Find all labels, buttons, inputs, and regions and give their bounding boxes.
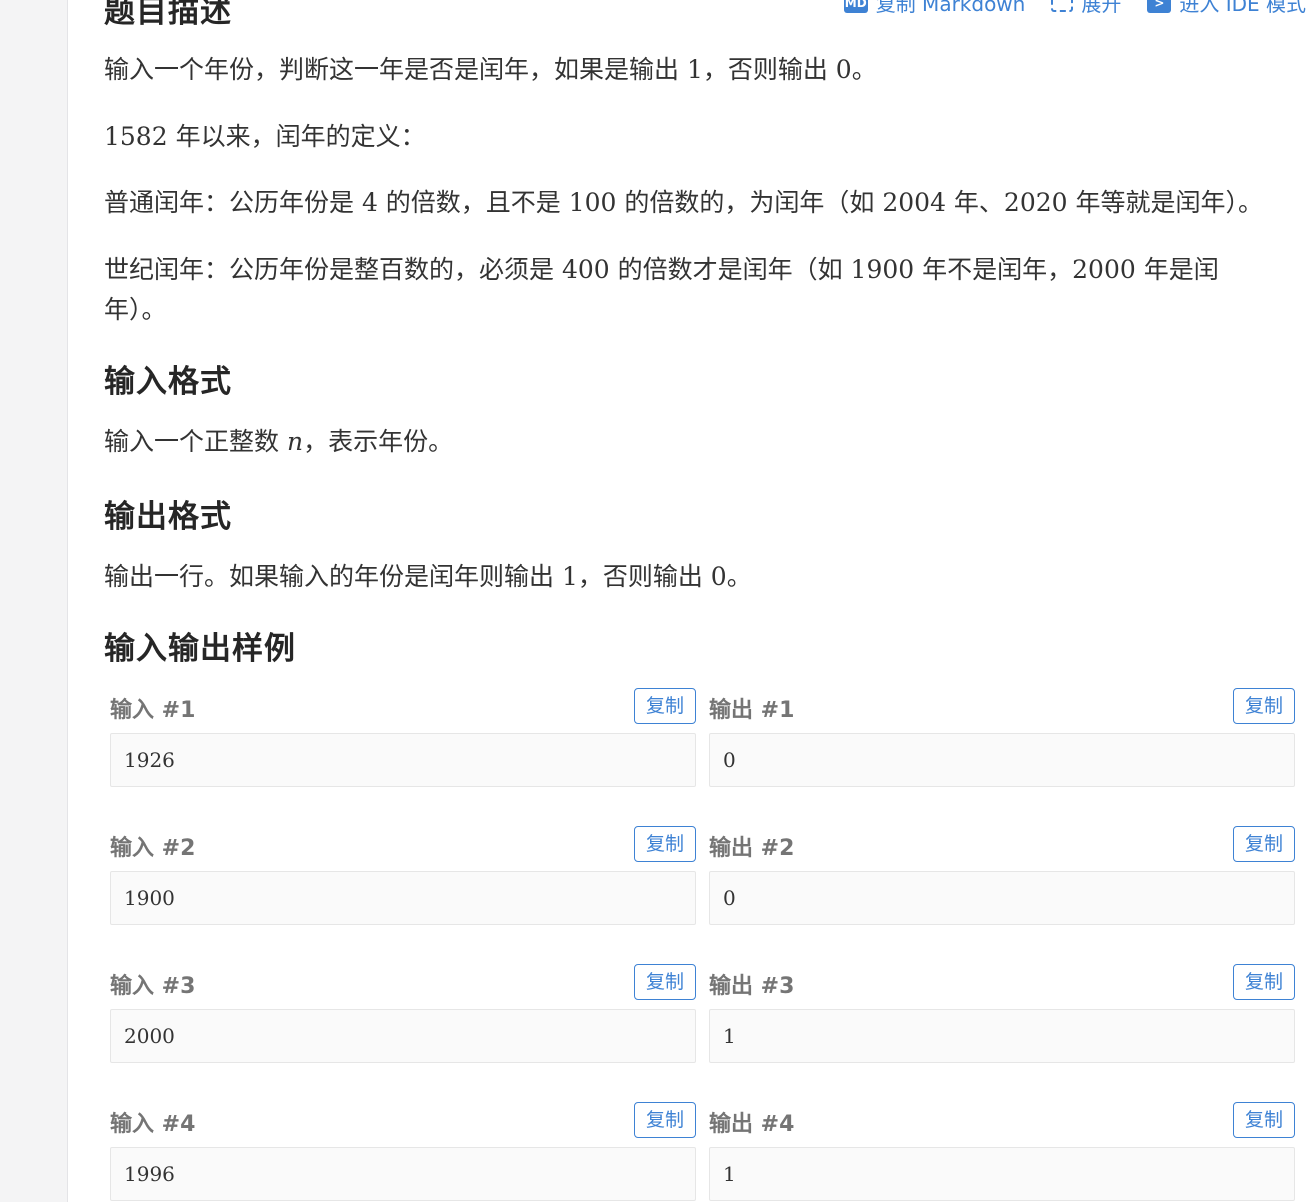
sample-output-label: 输出 #4 [709,1112,795,1137]
copy-input-button[interactable]: 复制 [634,1102,696,1138]
description-title: 题目描述 [104,0,232,30]
sample-input-label: 输入 #3 [110,974,196,999]
expand-label: 展开 [1081,0,1122,16]
description-p4: 世纪闰年：公历年份是整百数的，必须是 400 的倍数才是闰年（如 1900 年不… [104,250,1304,330]
ide-mode-button[interactable]: > 进入 IDE 模式 [1147,0,1306,17]
problem-content: MD 复制 Markdown 展开 > 进入 IDE 模式 题目描述 输入一个年… [68,0,1316,1202]
output-format-title: 输出格式 [104,499,232,535]
copy-output-button[interactable]: 复制 [1233,964,1295,1000]
sample-input-label: 输入 #1 [110,698,196,723]
sample-output-label: 输出 #3 [709,974,795,999]
copy-input-button[interactable]: 复制 [634,688,696,724]
sample-output-box: 1 [709,1009,1295,1063]
input-format-text: 输入一个正整数 n，表示年份。 [104,422,453,462]
copy-output-button[interactable]: 复制 [1233,826,1295,862]
description-p1: 输入一个年份，判断这一年是否是闰年，如果是输出 1，否则输出 0。 [104,55,877,84]
sample-input-box: 1900 [110,871,696,925]
sample-output-box: 1 [709,1147,1295,1201]
left-sidebar-strip [0,0,68,1202]
sample-input-label: 输入 #2 [110,836,196,861]
copy-markdown-button[interactable]: MD 复制 Markdown [843,0,1026,17]
copy-input-button[interactable]: 复制 [634,964,696,1000]
copy-output-button[interactable]: 复制 [1233,688,1295,724]
copy-output-button[interactable]: 复制 [1233,1102,1295,1138]
input-format-text-before: 输入一个正整数 [104,427,287,456]
sample-output-label: 输出 #1 [709,698,795,723]
terminal-icon: > [1147,0,1172,13]
sample-input-box: 1996 [110,1147,696,1201]
ide-mode-label: 进入 IDE 模式 [1179,0,1306,16]
input-format-title: 输入格式 [104,364,232,400]
expand-button[interactable]: 展开 [1051,0,1121,17]
sample-input-label: 输入 #4 [110,1112,196,1137]
sample-output-box: 0 [709,871,1295,925]
sample-input-box: 2000 [110,1009,696,1063]
description-p4-line1: 世纪闰年：公历年份是整百数的，必须是 400 的倍数才是闰年（如 1900 年不… [104,255,1219,284]
output-format-text: 输出一行。如果输入的年份是闰年则输出 1，否则输出 0。 [104,562,752,591]
sample-input-box: 1926 [110,733,696,787]
copy-markdown-label: 复制 Markdown [875,0,1026,16]
sample-output-box: 0 [709,733,1295,787]
description-p4-line2: 年）。 [104,295,167,324]
description-p3: 普通闰年：公历年份是 4 的倍数，且不是 100 的倍数的，为闰年（如 2004… [104,188,1263,217]
problem-toolbar: MD 复制 Markdown 展开 > 进入 IDE 模式 [843,0,1306,17]
expand-icon [1051,0,1074,12]
samples-title: 输入输出样例 [104,631,296,667]
sample-output-label: 输出 #2 [709,836,795,861]
description-p2: 1582 年以来，闰年的定义： [104,122,426,151]
copy-input-button[interactable]: 复制 [634,826,696,862]
input-format-text-after: ，表示年份。 [303,427,454,456]
input-format-var: n [286,427,304,456]
markdown-icon: MD [843,0,868,13]
